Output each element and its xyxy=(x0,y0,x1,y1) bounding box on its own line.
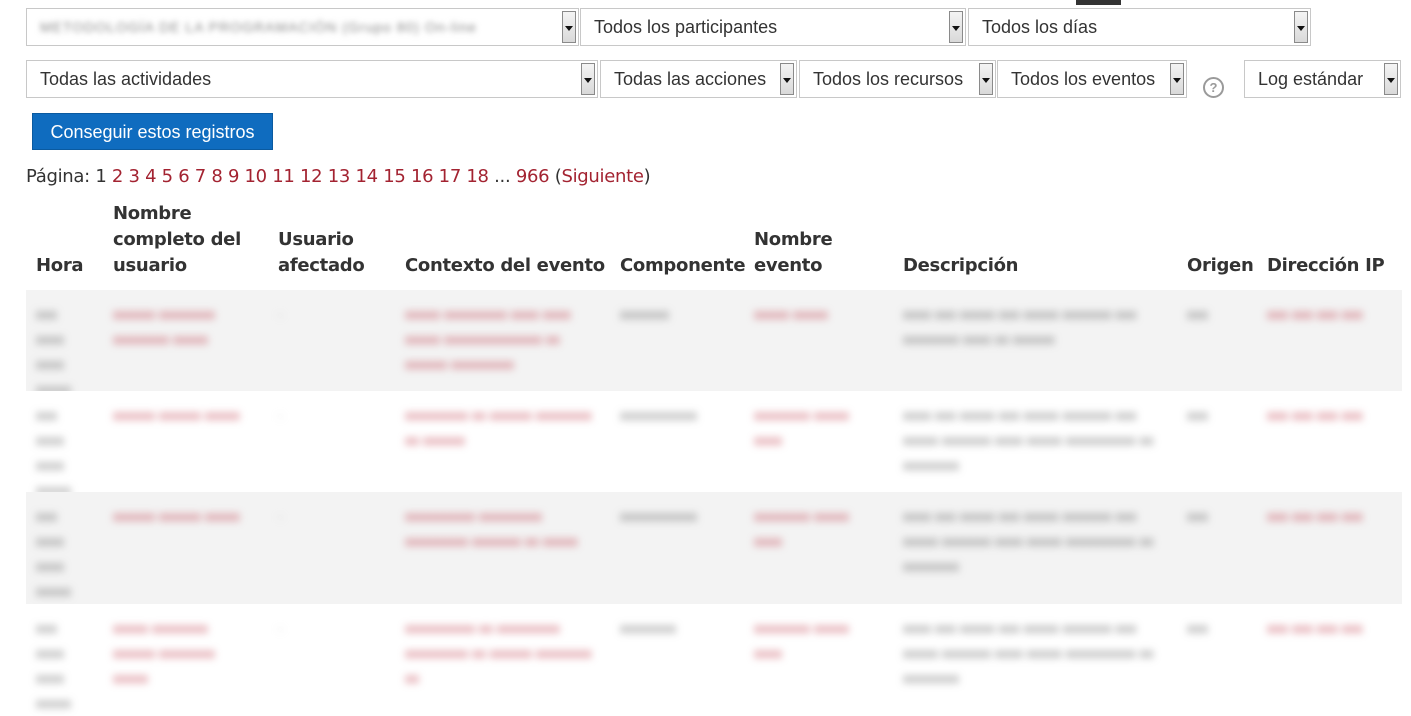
cell-affected: - xyxy=(278,620,283,636)
cell-affected: - xyxy=(278,306,283,322)
cell-description: xxxx xxx xxxxx xxx xxxxx xxxxxxx xxx xxx… xyxy=(903,306,1137,347)
cell-origin: xxx xyxy=(1187,620,1208,636)
cell-time: xxx xxxx xxxx xxxxx xyxy=(36,508,71,599)
cell-origin: xxx xyxy=(1187,508,1208,524)
page-link[interactable]: 12 xyxy=(300,166,323,187)
cell-component: xxxxxxx xyxy=(620,306,669,322)
chevron-down-icon xyxy=(1384,63,1398,95)
chevron-down-icon xyxy=(1294,11,1308,43)
cell-context[interactable]: xxxxxxxxxx xx xxxxxxxxx xxxxxxxxx xx xxx… xyxy=(405,616,600,691)
header-description[interactable]: Descripción xyxy=(903,253,1103,279)
chevron-down-icon xyxy=(1170,63,1184,95)
page-link[interactable]: 14 xyxy=(355,166,378,187)
cell-event[interactable]: xxxxxxxx xxxxx xxxx xyxy=(754,616,854,666)
page-link[interactable]: 4 xyxy=(145,166,156,187)
participants-select[interactable]: Todos los participantes xyxy=(580,8,966,46)
cell-origin: xxx xyxy=(1187,407,1208,423)
page-link[interactable]: 15 xyxy=(383,166,406,187)
chevron-down-icon xyxy=(949,11,963,43)
activities-select-value: Todas las actividades xyxy=(40,69,212,89)
header-event-context[interactable]: Contexto del evento xyxy=(405,253,615,279)
cell-context[interactable]: xxxxxxxxx xx xxxxxx xxxxxxxx xx xxxxxx xyxy=(405,403,600,453)
cell-component: xxxxxxxxxxx xyxy=(620,508,697,524)
cell-event[interactable]: xxxxx xxxxx xyxy=(754,302,854,327)
page-link-last[interactable]: 966 xyxy=(516,166,550,187)
cell-component: xxxxxxxx xyxy=(620,620,676,636)
cell-affected: - xyxy=(278,407,283,423)
activities-select[interactable]: Todas las actividades xyxy=(26,60,598,98)
page-link[interactable]: 6 xyxy=(178,166,189,187)
cell-component: xxxxxxxxxxx xyxy=(620,407,697,423)
cell-affected: - xyxy=(278,508,283,524)
cell-time: xxx xxxx xxxx xxxxx xyxy=(36,407,71,498)
cell-user[interactable]: xxxxxx xxxxxx xxxxx xyxy=(113,504,253,529)
events-select-value: Todos los eventos xyxy=(1011,69,1156,89)
resources-select[interactable]: Todos los recursos xyxy=(799,60,996,98)
header-affected-user[interactable]: Usuario afectado xyxy=(278,227,378,279)
get-logs-button[interactable]: Conseguir estos registros xyxy=(32,113,273,150)
page-link[interactable]: 2 xyxy=(112,166,123,187)
pagination-label: Página: xyxy=(26,166,90,187)
page-link[interactable]: 3 xyxy=(128,166,139,187)
cell-time: xxx xxxx xxxx xxxxx xyxy=(36,620,71,711)
cell-user[interactable]: xxxxxx xxxxxx xxxxx xyxy=(113,403,253,428)
cell-time: xxx xxxx xxxx xxxxx xyxy=(36,306,71,397)
chevron-down-icon xyxy=(581,63,595,95)
page-link[interactable]: 18 xyxy=(466,166,489,187)
cell-description: xxxx xxx xxxxx xxx xxxxx xxxxxxx xxx xxx… xyxy=(903,508,1154,574)
help-icon[interactable]: ? xyxy=(1203,77,1224,98)
header-ip[interactable]: Dirección IP xyxy=(1267,253,1397,279)
page-link[interactable]: 17 xyxy=(439,166,462,187)
pagination-ellipsis: ... xyxy=(494,166,511,187)
cell-context[interactable]: xxxxx xxxxxxxxx xxxx xxxx xxxxx xxxxxxxx… xyxy=(405,302,600,377)
header-time[interactable]: Hora xyxy=(36,253,106,279)
page-link[interactable]: 11 xyxy=(272,166,295,187)
course-select-value: METODOLOGÍA DE LA PROGRAMACIÓN (Grupo 80… xyxy=(40,19,477,35)
cell-user[interactable]: xxxxxx xxxxxxxx xxxxxxxx xxxxx xyxy=(113,302,253,352)
page-link[interactable]: 5 xyxy=(162,166,173,187)
page-link[interactable]: 10 xyxy=(245,166,268,187)
current-page: 1 xyxy=(95,166,107,187)
actions-select-value: Todas las acciones xyxy=(614,69,767,89)
events-select[interactable]: Todos los eventos xyxy=(997,60,1187,98)
cell-origin: xxx xyxy=(1187,306,1208,322)
next-page-link[interactable]: Siguiente xyxy=(561,166,643,187)
days-select[interactable]: Todos los días xyxy=(968,8,1311,46)
cell-description: xxxx xxx xxxxx xxx xxxxx xxxxxxx xxx xxx… xyxy=(903,620,1154,686)
log-type-select-value: Log estándar xyxy=(1258,69,1364,89)
chevron-down-icon xyxy=(562,11,576,43)
header-origin[interactable]: Origen xyxy=(1187,253,1262,279)
page-link[interactable]: 7 xyxy=(195,166,206,187)
cell-event[interactable]: xxxxxxxx xxxxx xxxx xyxy=(754,403,854,453)
header-event-name[interactable]: Nombre evento xyxy=(754,227,854,279)
pagination: Página: 1 2 3 4 5 6 7 8 9 10 11 12 13 14… xyxy=(26,166,651,187)
days-select-value: Todos los días xyxy=(982,17,1098,37)
page-link[interactable]: 9 xyxy=(228,166,239,187)
header-component[interactable]: Componente xyxy=(620,253,755,279)
cell-ip[interactable]: xxx xxx xxx xxx xyxy=(1267,302,1397,327)
participants-select-value: Todos los participantes xyxy=(594,17,778,37)
page-link[interactable]: 13 xyxy=(328,166,351,187)
cell-ip[interactable]: xxx xxx xxx xxx xyxy=(1267,616,1397,641)
log-type-select[interactable]: Log estándar xyxy=(1244,60,1401,98)
cell-context[interactable]: xxxxxxxxxx xxxxxxxxx xxxxxxxxx xxxxxxx x… xyxy=(405,504,600,554)
cell-description: xxxx xxx xxxxx xxx xxxxx xxxxxxx xxx xxx… xyxy=(903,407,1154,473)
resources-select-value: Todos los recursos xyxy=(813,69,964,89)
cell-user[interactable]: xxxxx xxxxxxxx xxxxxx xxxxxxxx xxxxx xyxy=(113,616,253,691)
chevron-down-icon xyxy=(780,63,794,95)
user-avatar[interactable] xyxy=(1076,0,1121,5)
page-link[interactable]: 8 xyxy=(211,166,222,187)
cell-ip[interactable]: xxx xxx xxx xxx xyxy=(1267,403,1397,428)
actions-select[interactable]: Todas las acciones xyxy=(600,60,797,98)
page-link[interactable]: 16 xyxy=(411,166,434,187)
course-select[interactable]: METODOLOGÍA DE LA PROGRAMACIÓN (Grupo 80… xyxy=(26,8,579,46)
cell-event[interactable]: xxxxxxxx xxxxx xxxx xyxy=(754,504,854,554)
header-fullname[interactable]: Nombre completo del usuario xyxy=(113,201,263,279)
paren-close: ) xyxy=(643,166,651,187)
cell-ip[interactable]: xxx xxx xxx xxx xyxy=(1267,504,1397,529)
chevron-down-icon xyxy=(979,63,993,95)
page-links: 2 3 4 5 6 7 8 9 10 11 12 13 14 15 16 17 … xyxy=(112,166,494,187)
